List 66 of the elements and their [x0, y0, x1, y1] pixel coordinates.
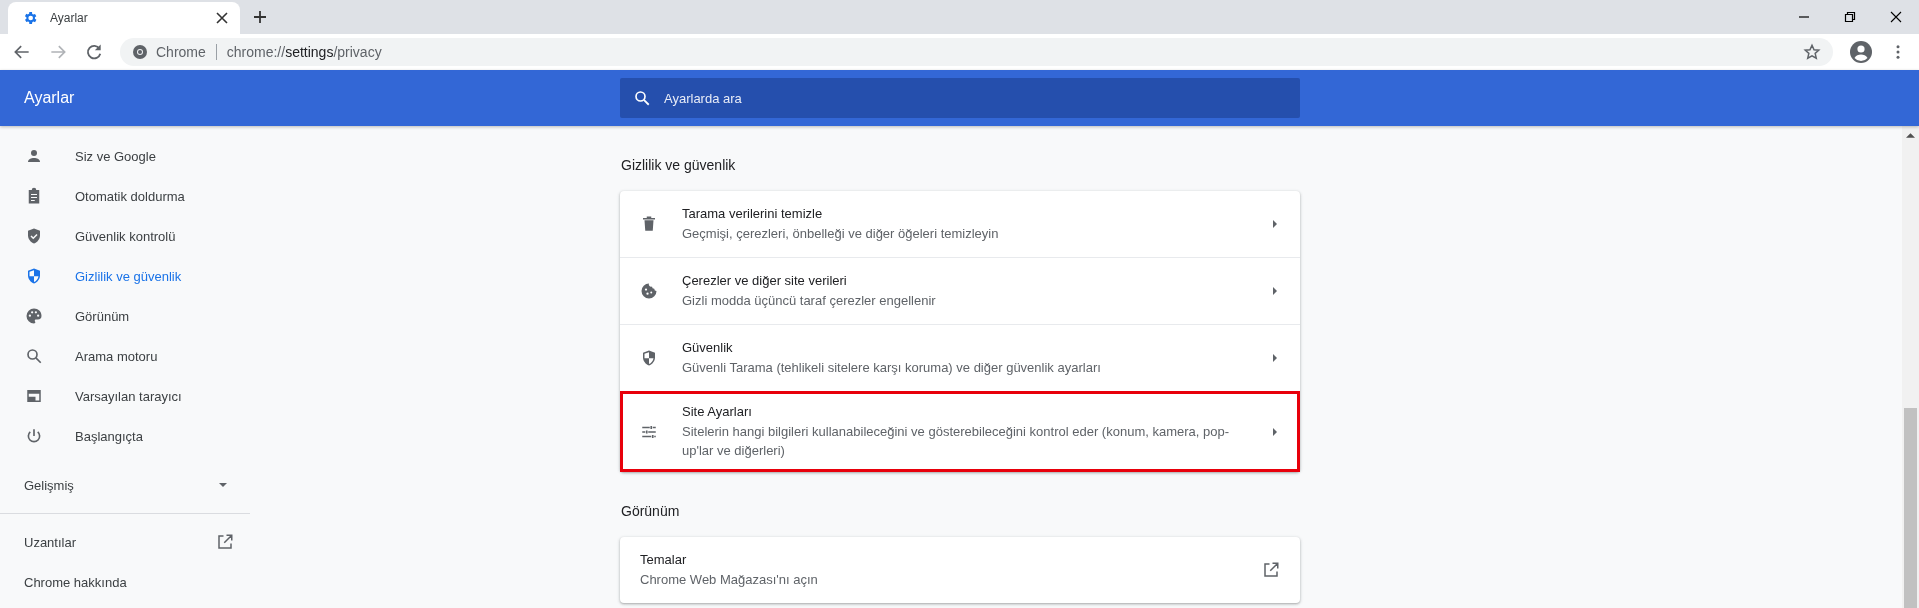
sliders-icon [640, 423, 658, 441]
scrollbar[interactable] [1902, 126, 1919, 608]
sidebar-item[interactable]: Siz ve Google [0, 136, 250, 176]
row-title: Güvenlik [682, 339, 734, 355]
row-title: Çerezler ve diğer site verileri [682, 272, 848, 288]
tab-title: Ayarlar [50, 11, 89, 25]
row-title: Temalar [640, 551, 688, 567]
page-title: Ayarlar [24, 89, 75, 107]
row-description: Sitelerin hangi bilgileri kullanabileceğini ve gösterebileceğini kontrol eder (konum, kamera, pop-up'lar ve diğerleri) [682, 423, 1231, 460]
restore-icon[interactable] [1844, 11, 1856, 23]
browser-tab[interactable]: Ayarlar [8, 2, 240, 34]
section-title: Görünüm [620, 502, 681, 521]
settings-row[interactable]: Tarama verilerini temizle Geçmişi, çerezleri, önbelleği ve diğer öğeleri temizleyin [620, 191, 1300, 257]
shield-icon [640, 349, 658, 367]
person-icon [25, 147, 43, 165]
external-link-icon [216, 533, 234, 551]
arrow-right-icon [1270, 353, 1280, 363]
row-title: Tarama verilerini temizle [682, 205, 824, 221]
row-description: Chrome Web Mağazası'nı açın [640, 570, 819, 589]
close-icon[interactable] [214, 10, 230, 26]
sidebar-link[interactable]: Chrome hakkında [0, 562, 250, 602]
arrow-right-icon [1270, 427, 1280, 437]
sidebar-item[interactable]: Gizlilik ve güvenlik [0, 256, 250, 296]
row-description: Güvenli Tarama (tehlikeli sitelere karşı koruma) ve diğer güvenlik ayarları [682, 358, 1102, 377]
sidebar-item[interactable]: Otomatik doldurma [0, 176, 250, 216]
shield-icon [25, 267, 43, 285]
caret-icon [218, 480, 228, 490]
settings-row[interactable]: Temalar Chrome Web Mağazası'nı açın [620, 537, 1300, 603]
address-bar[interactable]: Chrome chrome://settings/privacy [120, 38, 1833, 66]
sidebar-item[interactable]: Varsayılan tarayıcı [0, 376, 250, 416]
palette-icon [25, 307, 43, 325]
arrow-right-icon [1270, 286, 1280, 296]
advanced-toggle[interactable]: Gelişmiş [0, 465, 250, 505]
row-description: Geçmişi, çerezleri, önbelleği ve diğer öğeleri temizleyin [682, 224, 1000, 243]
url-text: chrome://settings/privacy [226, 44, 382, 60]
close-icon[interactable] [1890, 11, 1902, 23]
search-field[interactable]: Ayarlarda ara [620, 78, 1300, 118]
sidebar-item[interactable]: Başlangıçta [0, 416, 250, 456]
cookie-icon [640, 282, 658, 300]
row-title: Site Ayarları [682, 404, 753, 419]
search-icon [633, 89, 651, 107]
shield-check-icon [25, 227, 43, 245]
scroll-up-icon[interactable] [1906, 132, 1915, 138]
search-icon [25, 347, 43, 365]
scrollbar-thumb[interactable] [1904, 408, 1917, 608]
profile-avatar-icon[interactable] [1849, 40, 1873, 64]
window-icon [25, 387, 43, 405]
reload-icon[interactable] [84, 42, 104, 62]
plus-icon[interactable] [252, 9, 268, 25]
chrome-logo-icon [132, 44, 148, 60]
sidebar-item[interactable]: Arama motoru [0, 336, 250, 376]
settings-row[interactable]: Güvenlik Güvenli Tarama (tehlikeli sitelere karşı koruma) ve diğer güvenlik ayarları [620, 324, 1300, 391]
star-icon[interactable] [1803, 43, 1821, 61]
external-link-icon [1262, 561, 1280, 579]
sidebar-item[interactable]: Güvenlik kontrolü [0, 216, 250, 256]
power-icon [25, 427, 43, 445]
section-title: Gizlilik ve güvenlik [620, 156, 737, 175]
sidebar-item[interactable]: Görünüm [0, 296, 250, 336]
sidebar-link[interactable]: Uzantılar [0, 522, 250, 562]
gear-icon [22, 10, 38, 26]
settings-row[interactable]: Site Ayarları Sitelerin hangi bilgileri kullanabileceğini ve gösterebileceğini kontrol eder (konum, kamera, pop-up'lar ve diğerleri) [620, 391, 1300, 472]
arrow-right-icon [1270, 219, 1280, 229]
row-description: Gizli modda üçüncü taraf çerezler engellenir [682, 291, 937, 310]
site-label: Chrome [156, 44, 206, 60]
trash-icon [640, 215, 658, 233]
settings-row[interactable]: Çerezler ve diğer site verileri Gizli modda üçüncü taraf çerezler engellenir [620, 257, 1300, 324]
